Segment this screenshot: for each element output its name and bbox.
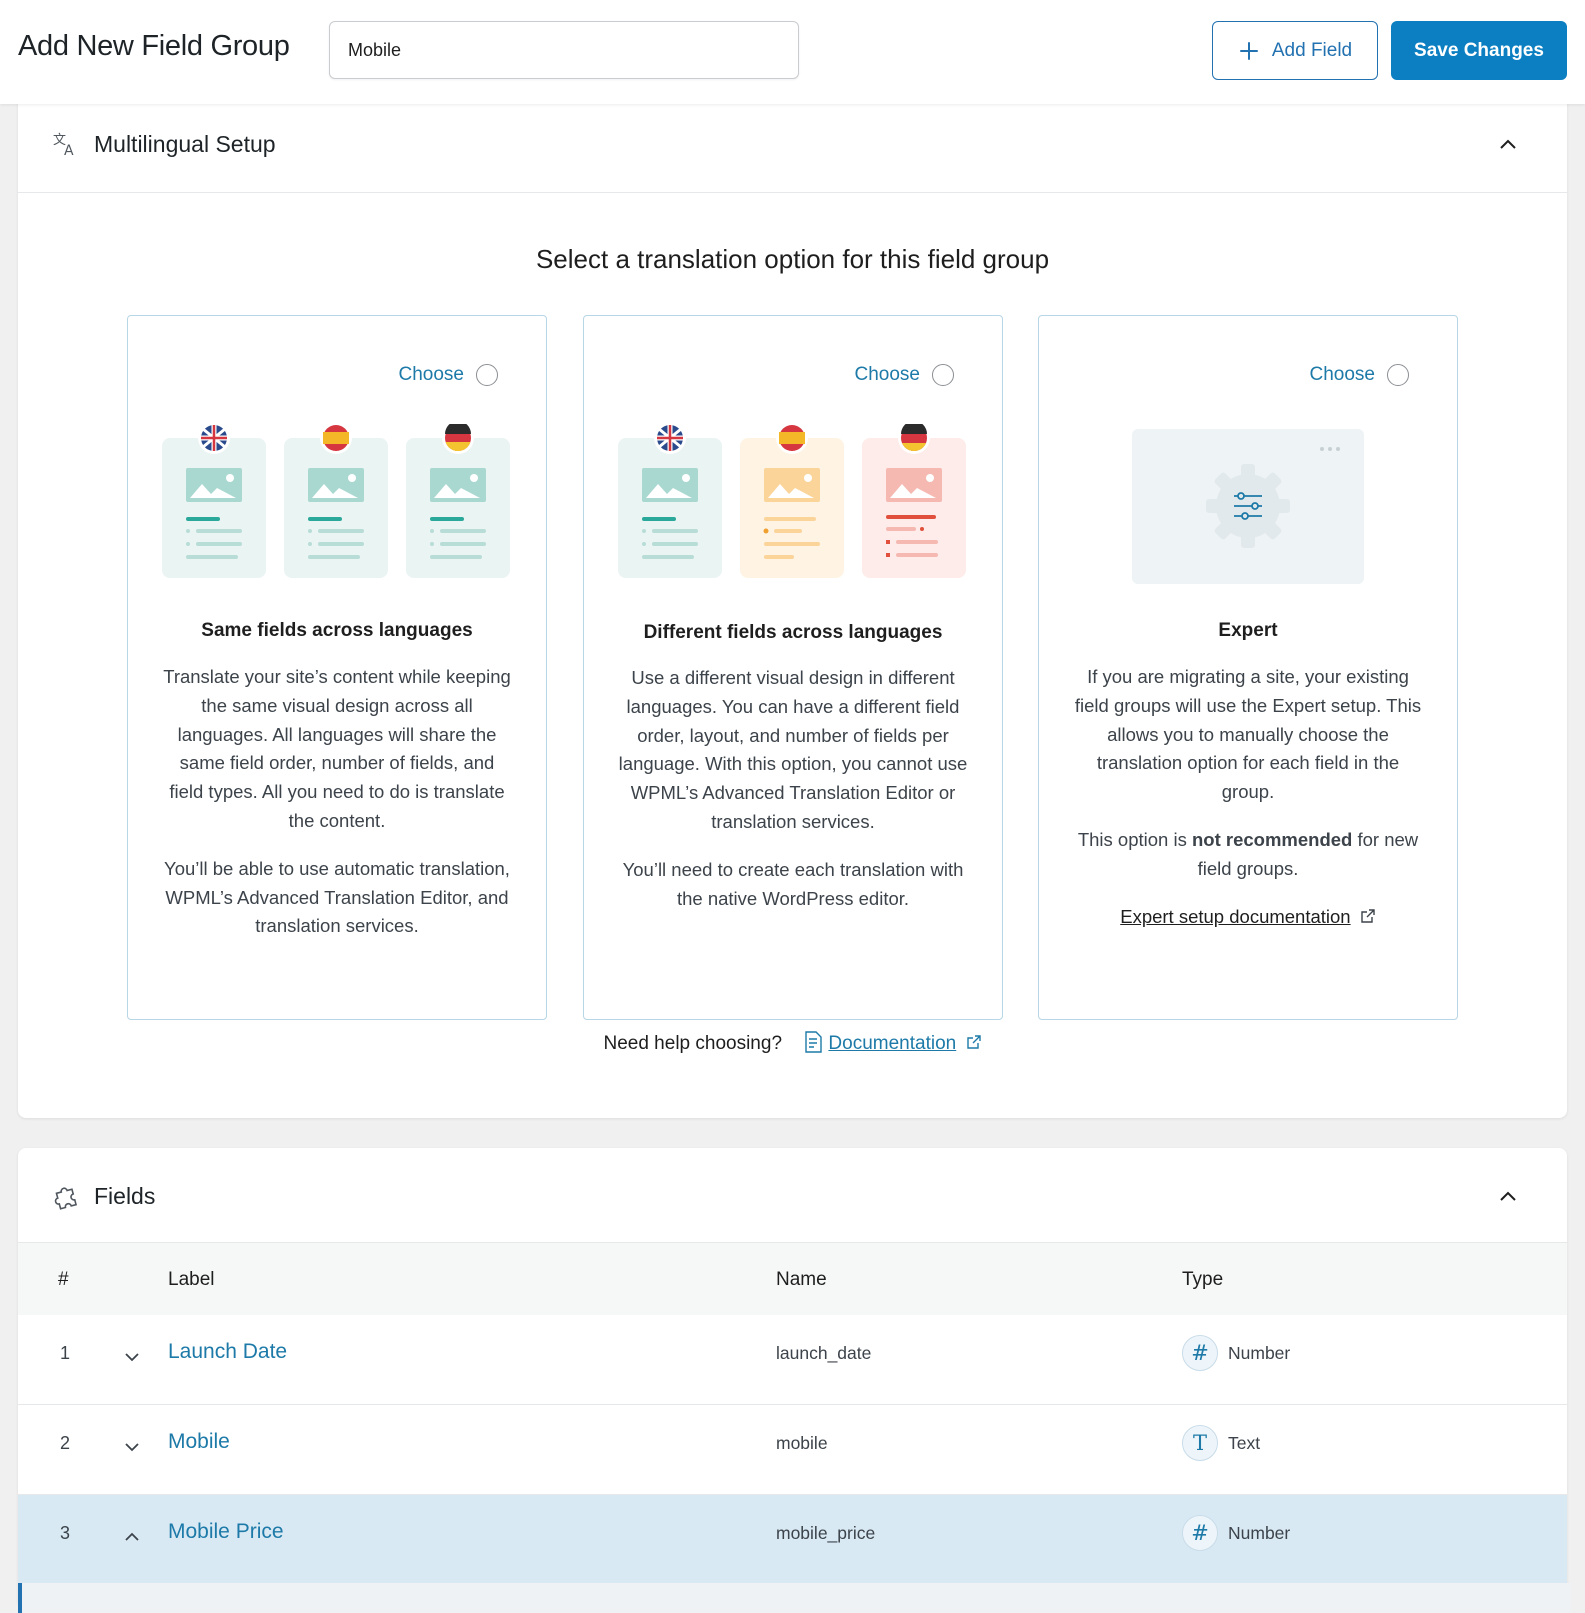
expert-settings-illustration (1132, 429, 1364, 584)
table-row-selected[interactable]: 3 Mobile Price mobile_price # Number (18, 1495, 1567, 1584)
choose-label: Choose (1309, 364, 1376, 385)
text-segment: This option is (1077, 828, 1192, 850)
add-field-button[interactable]: Add Field (1212, 21, 1378, 80)
row-number: 3 (60, 1523, 71, 1543)
top-bar: Add New Field Group Add Field Save Chang… (0, 0, 1585, 104)
translation-option-heading: Select a translation option for this fie… (535, 244, 1050, 274)
field-group-title-input[interactable] (329, 21, 799, 79)
column-header-name: Name (776, 1269, 827, 1290)
option-title: Same fields across languages (201, 620, 473, 641)
field-label-link[interactable]: Mobile Price (168, 1520, 284, 1544)
chevron-down-icon[interactable] (122, 1437, 142, 1457)
page-title: Add New Field Group (18, 30, 290, 62)
option-description: Use a different visual design in differe… (618, 664, 968, 932)
document-icon (805, 1031, 822, 1053)
option-paragraph: If you are migrating a site, your existi… (1074, 666, 1422, 803)
number-type-icon: # (1182, 1335, 1218, 1371)
option-title: Different fields across languages (643, 622, 943, 643)
field-label-link[interactable]: Mobile (168, 1430, 230, 1454)
column-header-type: Type (1182, 1269, 1224, 1290)
puzzle-icon (54, 1187, 78, 1210)
option-description: Translate your site’s content while keep… (162, 663, 512, 960)
option-paragraph: You’ll need to create each translation w… (622, 858, 964, 909)
fields-table-header: # Label Name Type (18, 1242, 1567, 1316)
choose-label: Choose (854, 364, 921, 385)
documentation-link[interactable]: Documentation (828, 1033, 956, 1054)
option-paragraph: You’ll be able to use automatic translat… (164, 857, 510, 937)
table-row[interactable]: 2 Mobile mobile T Text (18, 1405, 1567, 1495)
expert-setup-documentation-link[interactable]: Expert setup documentation (1120, 906, 1350, 927)
text-type-icon: T (1182, 1425, 1218, 1461)
multilingual-setup-panel: 文 A Multilingual Setup Select a translat… (18, 96, 1567, 1118)
add-field-label: Add Field (1271, 39, 1353, 61)
radio-expert[interactable] (1387, 364, 1409, 386)
option-card-same-fields[interactable]: Choose Same fields across languages Tran… (127, 315, 547, 1020)
not-recommended-text: not recommended (1191, 828, 1353, 850)
choose-same-fields[interactable]: Choose (398, 364, 498, 386)
number-type-icon: # (1182, 1515, 1218, 1551)
table-row[interactable]: 1 Launch Date launch_date # Number (18, 1315, 1567, 1405)
expanded-field-settings (18, 1583, 1571, 1613)
chevron-down-icon[interactable] (122, 1347, 142, 1367)
column-header-label: Label (168, 1269, 215, 1290)
option-paragraph: Translate your site’s content while keep… (163, 666, 511, 831)
option-paragraph: This option is not recommended for new f… (1073, 826, 1423, 884)
multilingual-panel-title: Multilingual Setup (94, 131, 276, 157)
radio-same-fields[interactable] (476, 364, 498, 386)
radio-different-fields[interactable] (932, 364, 954, 386)
same-fields-illustration (162, 424, 510, 578)
help-choosing-row: Need help choosing? Documentation (18, 1031, 1567, 1055)
fields-panel-title: Fields (94, 1183, 156, 1209)
choose-different-fields[interactable]: Choose (854, 364, 954, 386)
help-text: Need help choosing? (603, 1033, 783, 1054)
chevron-up-icon[interactable] (1497, 1186, 1519, 1208)
different-fields-illustration (618, 424, 966, 578)
save-changes-button[interactable]: Save Changes (1391, 21, 1567, 80)
field-name: launch_date (776, 1343, 872, 1363)
option-paragraph: Use a different visual design in differe… (618, 667, 968, 832)
translate-icon: 文 A (53, 133, 74, 158)
chevron-up-icon[interactable] (1497, 134, 1519, 156)
column-header-number: # (58, 1269, 69, 1290)
option-description: If you are migrating a site, your existi… (1073, 663, 1423, 950)
svg-text:A: A (64, 143, 74, 158)
fields-panel-header: Fields (18, 1148, 1567, 1244)
option-card-expert[interactable]: Choose Expert If you are migrating a sit… (1038, 315, 1458, 1020)
row-number: 1 (60, 1343, 71, 1363)
plus-icon (1239, 41, 1258, 60)
external-link-icon (966, 1035, 981, 1049)
field-label-link[interactable]: Launch Date (168, 1340, 287, 1364)
field-type: Number (1228, 1523, 1291, 1543)
field-type: Text (1228, 1433, 1261, 1453)
option-card-different-fields[interactable]: Choose Different fields across languages… (583, 315, 1003, 1020)
option-title: Expert (1218, 620, 1278, 641)
multilingual-panel-header: 文 A Multilingual Setup (18, 96, 1567, 193)
choose-label: Choose (398, 364, 465, 385)
field-type: Number (1228, 1343, 1291, 1363)
fields-panel: Fields # Label Name Type 1 Launch Date l… (18, 1148, 1571, 1613)
expert-doc-link-row: Expert setup documentation (1073, 903, 1423, 932)
field-name: mobile (776, 1433, 828, 1453)
external-link-icon (1361, 908, 1375, 923)
row-number: 2 (60, 1433, 71, 1453)
field-name: mobile_price (776, 1523, 876, 1543)
choose-expert[interactable]: Choose (1309, 364, 1409, 386)
chevron-up-icon[interactable] (122, 1527, 142, 1547)
